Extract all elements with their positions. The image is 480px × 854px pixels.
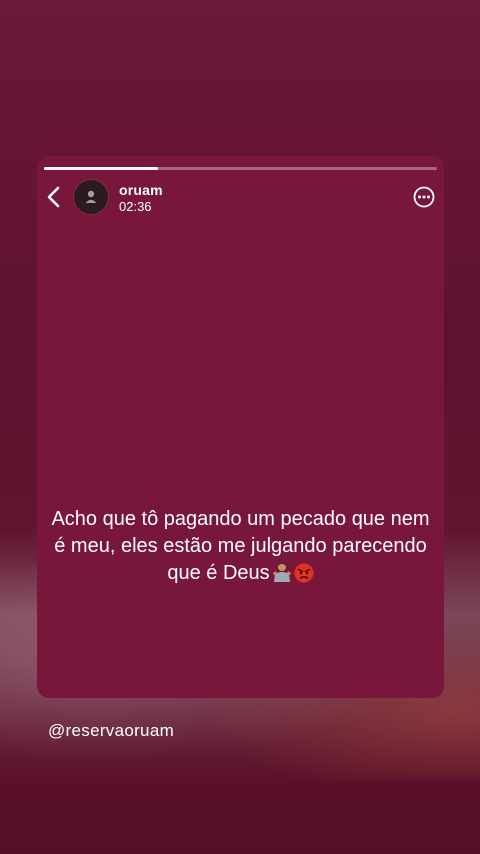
- story-card[interactable]: oruam 02:36 Acho que tô pagando um pecad…: [37, 156, 444, 698]
- angry-face-emoji: [294, 563, 314, 583]
- story-text: Acho que tô pagando um pecado que nem é …: [49, 506, 432, 587]
- account-handle[interactable]: @reservaoruam: [48, 721, 174, 741]
- more-options-icon: [413, 186, 435, 208]
- chevron-left-icon: [47, 186, 60, 208]
- story-message: Acho que tô pagando um pecado que nem é …: [51, 508, 430, 584]
- default-avatar-icon: [85, 190, 97, 203]
- story-progress-fill: [44, 167, 158, 170]
- story-username[interactable]: oruam: [119, 182, 163, 198]
- person-shrugging-emoji: [272, 563, 291, 582]
- story-progress-bar: [44, 167, 437, 170]
- avatar[interactable]: [74, 180, 108, 214]
- more-options-button[interactable]: [413, 186, 435, 208]
- back-button[interactable]: [43, 184, 65, 210]
- story-timestamp: 02:36: [119, 199, 152, 214]
